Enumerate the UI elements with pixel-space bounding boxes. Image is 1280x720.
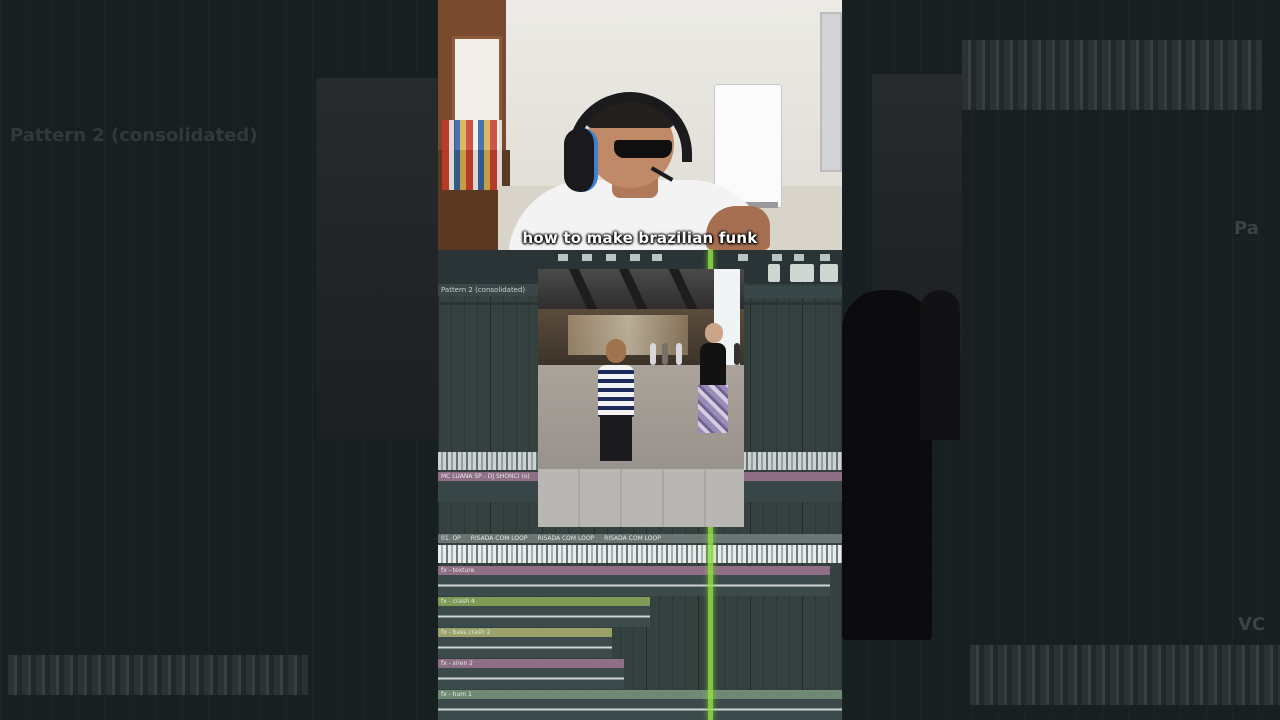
clip-fx-crash-4[interactable]: fx - crash 4	[438, 597, 650, 627]
clip-label: RISADA COM LOOP	[537, 535, 595, 542]
headset-earcup	[564, 128, 598, 192]
dancer-2-head	[705, 323, 723, 343]
clip-label: fx - bass crash 2	[438, 628, 612, 637]
clip-label: fx - siren 2	[438, 659, 624, 668]
dancer-1	[598, 365, 634, 417]
dancer-2	[700, 343, 726, 387]
clip-label: fx - texture	[438, 566, 830, 575]
clip-fx-bass-crash-2[interactable]: fx - bass crash 2	[438, 628, 612, 658]
left-blurred-background: Pattern 2 (consolidated)	[0, 0, 438, 720]
clip-label: fx - hum 1	[438, 690, 842, 699]
right-blurred-background: Pa VC	[842, 0, 1280, 720]
embedded-dance-photo	[538, 269, 744, 527]
center-video-panel: Pattern 2 (consolidated) MC LUANA SP - D…	[438, 0, 842, 720]
clip-fx-hum-1[interactable]: fx - hum 1	[438, 690, 842, 720]
webcam-view	[438, 0, 842, 250]
shelf-items	[442, 120, 502, 190]
clip-risada-loop[interactable]: 01. OP RISADA COM LOOP RISADA COM LOOP R…	[438, 534, 842, 564]
clip-label: 01. OP	[441, 535, 461, 542]
daw-playlist: Pattern 2 (consolidated) MC LUANA SP - D…	[438, 250, 842, 720]
sunglasses	[614, 140, 672, 158]
clip-fx-texture[interactable]: fx - texture	[438, 566, 830, 596]
clip-label: RISADA COM LOOP	[604, 535, 661, 542]
pattern-label[interactable]: Pattern 2 (consolidated)	[438, 284, 538, 296]
dancer-1-head	[606, 339, 626, 363]
clip-label: fx - crash 4	[438, 597, 650, 606]
clip-fx-siren-2[interactable]: fx - siren 2	[438, 659, 624, 689]
video-caption: how to make brazilian funk	[522, 229, 758, 247]
video-frame: Pattern 2 (consolidated) Pa VC Pattern 2…	[0, 0, 1280, 720]
window	[820, 12, 842, 172]
clip-label: RISADA COM LOOP	[470, 535, 528, 542]
